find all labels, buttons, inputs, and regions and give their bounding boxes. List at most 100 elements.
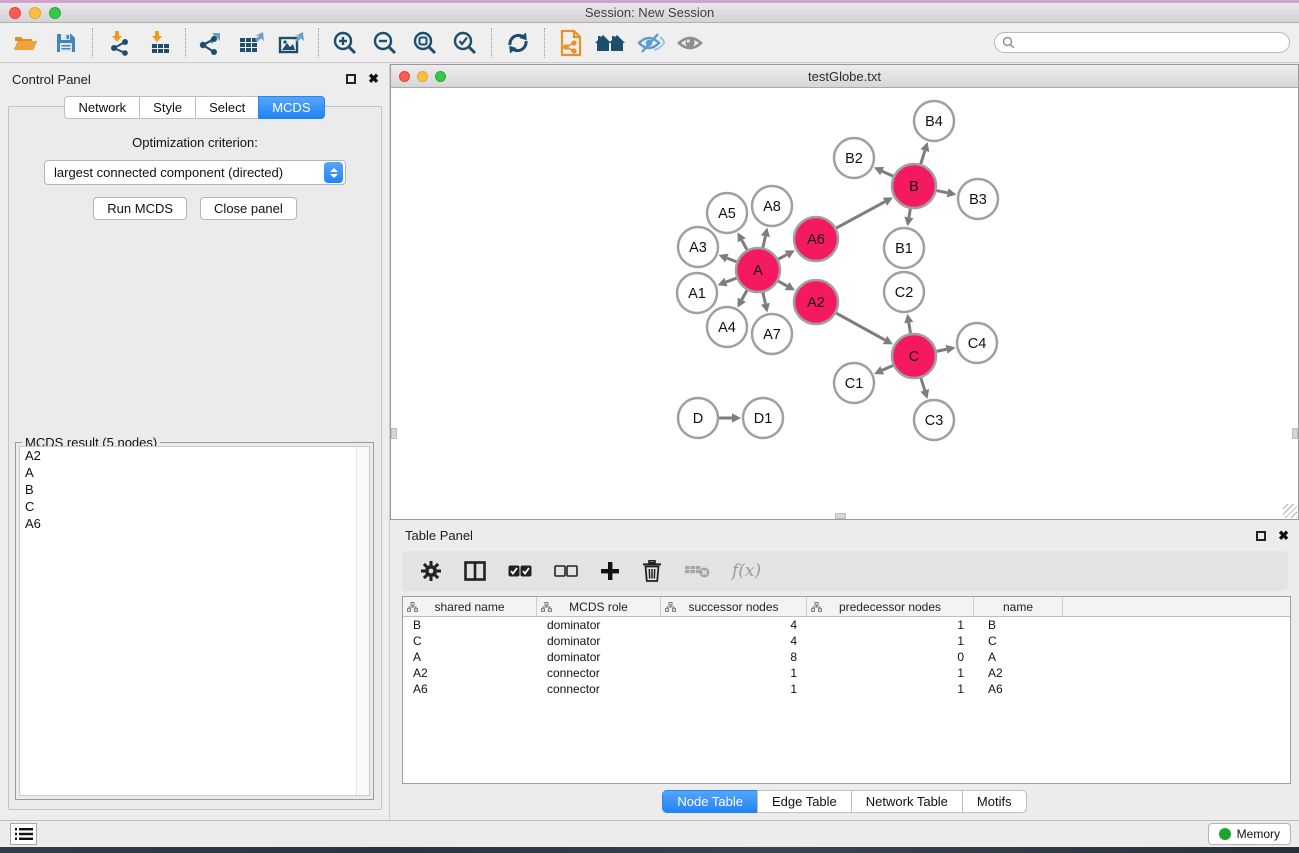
node-table[interactable]: shared name MCDS role (402, 596, 1291, 784)
zoom-fit-button[interactable] (408, 27, 442, 59)
show-all-button[interactable] (594, 27, 628, 59)
result-item[interactable]: B (20, 481, 369, 498)
close-table-panel-icon[interactable]: ✖ (1278, 531, 1289, 541)
show-selected-button[interactable] (674, 27, 708, 59)
edge-arrowhead (761, 227, 770, 237)
desktop-background-strip-bottom (0, 847, 1299, 853)
function-builder-button[interactable]: f(x) (732, 561, 761, 581)
resize-grip[interactable] (1283, 504, 1297, 518)
zoom-in-icon (332, 30, 358, 56)
node-A5[interactable]: A5 (707, 193, 747, 233)
float-table-panel-icon[interactable] (1256, 531, 1266, 541)
zoom-selected-button[interactable] (448, 27, 482, 59)
node-A6[interactable]: A6 (794, 217, 838, 261)
node-label: A5 (718, 206, 736, 222)
export-network-button[interactable] (195, 27, 229, 59)
node-B4[interactable]: B4 (914, 101, 954, 141)
node-A3[interactable]: A3 (678, 227, 718, 267)
table-cell: B (403, 617, 537, 633)
table-row[interactable]: Bdominator41B (403, 617, 1290, 633)
node-A7[interactable]: A7 (752, 314, 792, 354)
node-B2[interactable]: B2 (834, 138, 874, 178)
node-C2[interactable]: C2 (884, 272, 924, 312)
delete-row-button[interactable] (642, 560, 662, 582)
open-session-button[interactable] (9, 27, 43, 59)
node-D1[interactable]: D1 (743, 398, 783, 438)
main-area: Control Panel ✖ Network Style Select MCD… (0, 64, 1299, 820)
node-C4[interactable]: C4 (957, 323, 997, 363)
table-cell (1063, 633, 1290, 649)
save-session-button[interactable] (49, 27, 83, 59)
result-item[interactable]: A2 (20, 447, 369, 464)
delete-table-button[interactable] (684, 563, 710, 579)
node-B[interactable]: B (892, 164, 936, 208)
gear-button[interactable] (420, 560, 442, 582)
result-item[interactable]: A6 (20, 515, 369, 532)
close-panel-button[interactable]: Close panel (200, 197, 297, 220)
node-B3[interactable]: B3 (958, 179, 998, 219)
node-label: D (693, 411, 703, 427)
close-panel-icon[interactable]: ✖ (368, 74, 379, 84)
deselect-all-button[interactable] (554, 565, 578, 577)
right-edge-mark (1292, 428, 1298, 439)
table-row[interactable]: A6connector11A6 (403, 681, 1290, 697)
column-header-mcds-role[interactable]: MCDS role (537, 597, 661, 616)
mcds-result-list[interactable]: A2ABCA6 (19, 446, 370, 796)
add-row-button[interactable] (600, 561, 620, 581)
memory-button[interactable]: Memory (1208, 823, 1291, 845)
node-C[interactable]: C (892, 334, 936, 378)
refresh-button[interactable] (501, 27, 535, 59)
column-header-predecessor-nodes[interactable]: predecessor nodes (807, 597, 974, 616)
zoom-out-button[interactable] (368, 27, 402, 59)
tab-node-table[interactable]: Node Table (662, 790, 757, 813)
import-network-button[interactable] (102, 27, 136, 59)
zoom-in-button[interactable] (328, 27, 362, 59)
node-A1[interactable]: A1 (677, 273, 717, 313)
control-panel-tabs: Network Style Select MCDS (0, 96, 389, 119)
node-B1[interactable]: B1 (884, 228, 924, 268)
tab-select[interactable]: Select (195, 96, 258, 119)
search-field[interactable] (994, 32, 1290, 53)
tab-mcds[interactable]: MCDS (258, 96, 324, 119)
node-A2[interactable]: A2 (794, 280, 838, 324)
run-mcds-button[interactable]: Run MCDS (93, 197, 187, 220)
edge-arrowhead (904, 314, 913, 324)
tab-network[interactable]: Network (64, 96, 139, 119)
node-A[interactable]: A (736, 248, 780, 292)
export-table-button[interactable] (235, 27, 269, 59)
node-C3[interactable]: C3 (914, 400, 954, 440)
network-canvas[interactable]: A A1 A2 A3 A4 A5 A6 A7 A8 B B1 B2 B3B4 C C1 C2 C3C4 D D1 (391, 89, 1298, 519)
task-history-button[interactable] (10, 823, 37, 845)
search-input[interactable] (1015, 36, 1289, 50)
network-window-titlebar[interactable]: testGlobe.txt (391, 65, 1298, 88)
node-C1[interactable]: C1 (834, 363, 874, 403)
columns-button[interactable] (464, 561, 486, 581)
node-A8[interactable]: A8 (752, 186, 792, 226)
result-item[interactable]: C (20, 498, 369, 515)
column-header-name[interactable]: name (974, 597, 1063, 616)
tab-network-table[interactable]: Network Table (851, 790, 962, 813)
tab-style[interactable]: Style (139, 96, 195, 119)
import-table-button[interactable] (142, 27, 176, 59)
export-image-button[interactable] (275, 27, 309, 59)
table-row[interactable]: Cdominator41C (403, 633, 1290, 649)
result-scrollbar[interactable] (356, 447, 369, 795)
column-header-successor-nodes[interactable]: successor nodes (661, 597, 807, 616)
result-item[interactable]: A (20, 464, 369, 481)
hide-selected-button[interactable] (634, 27, 668, 59)
main-titlebar[interactable]: Session: New Session (0, 3, 1299, 23)
table-row[interactable]: A2connector11A2 (403, 665, 1290, 681)
edge-arrowhead (947, 188, 957, 197)
optimization-select[interactable]: largest connected component (directed) (44, 160, 346, 185)
float-panel-icon[interactable] (346, 74, 356, 84)
node-D[interactable]: D (678, 398, 718, 438)
zoom-fit-icon (412, 30, 438, 56)
table-row[interactable]: Adominator80A (403, 649, 1290, 665)
select-all-button[interactable] (508, 565, 532, 577)
tab-motifs[interactable]: Motifs (962, 790, 1027, 813)
new-network-button[interactable] (554, 27, 588, 59)
column-header-shared-name[interactable]: shared name (403, 597, 537, 616)
tab-edge-table[interactable]: Edge Table (757, 790, 851, 813)
node-A4[interactable]: A4 (707, 307, 747, 347)
node-label: A1 (688, 286, 706, 302)
